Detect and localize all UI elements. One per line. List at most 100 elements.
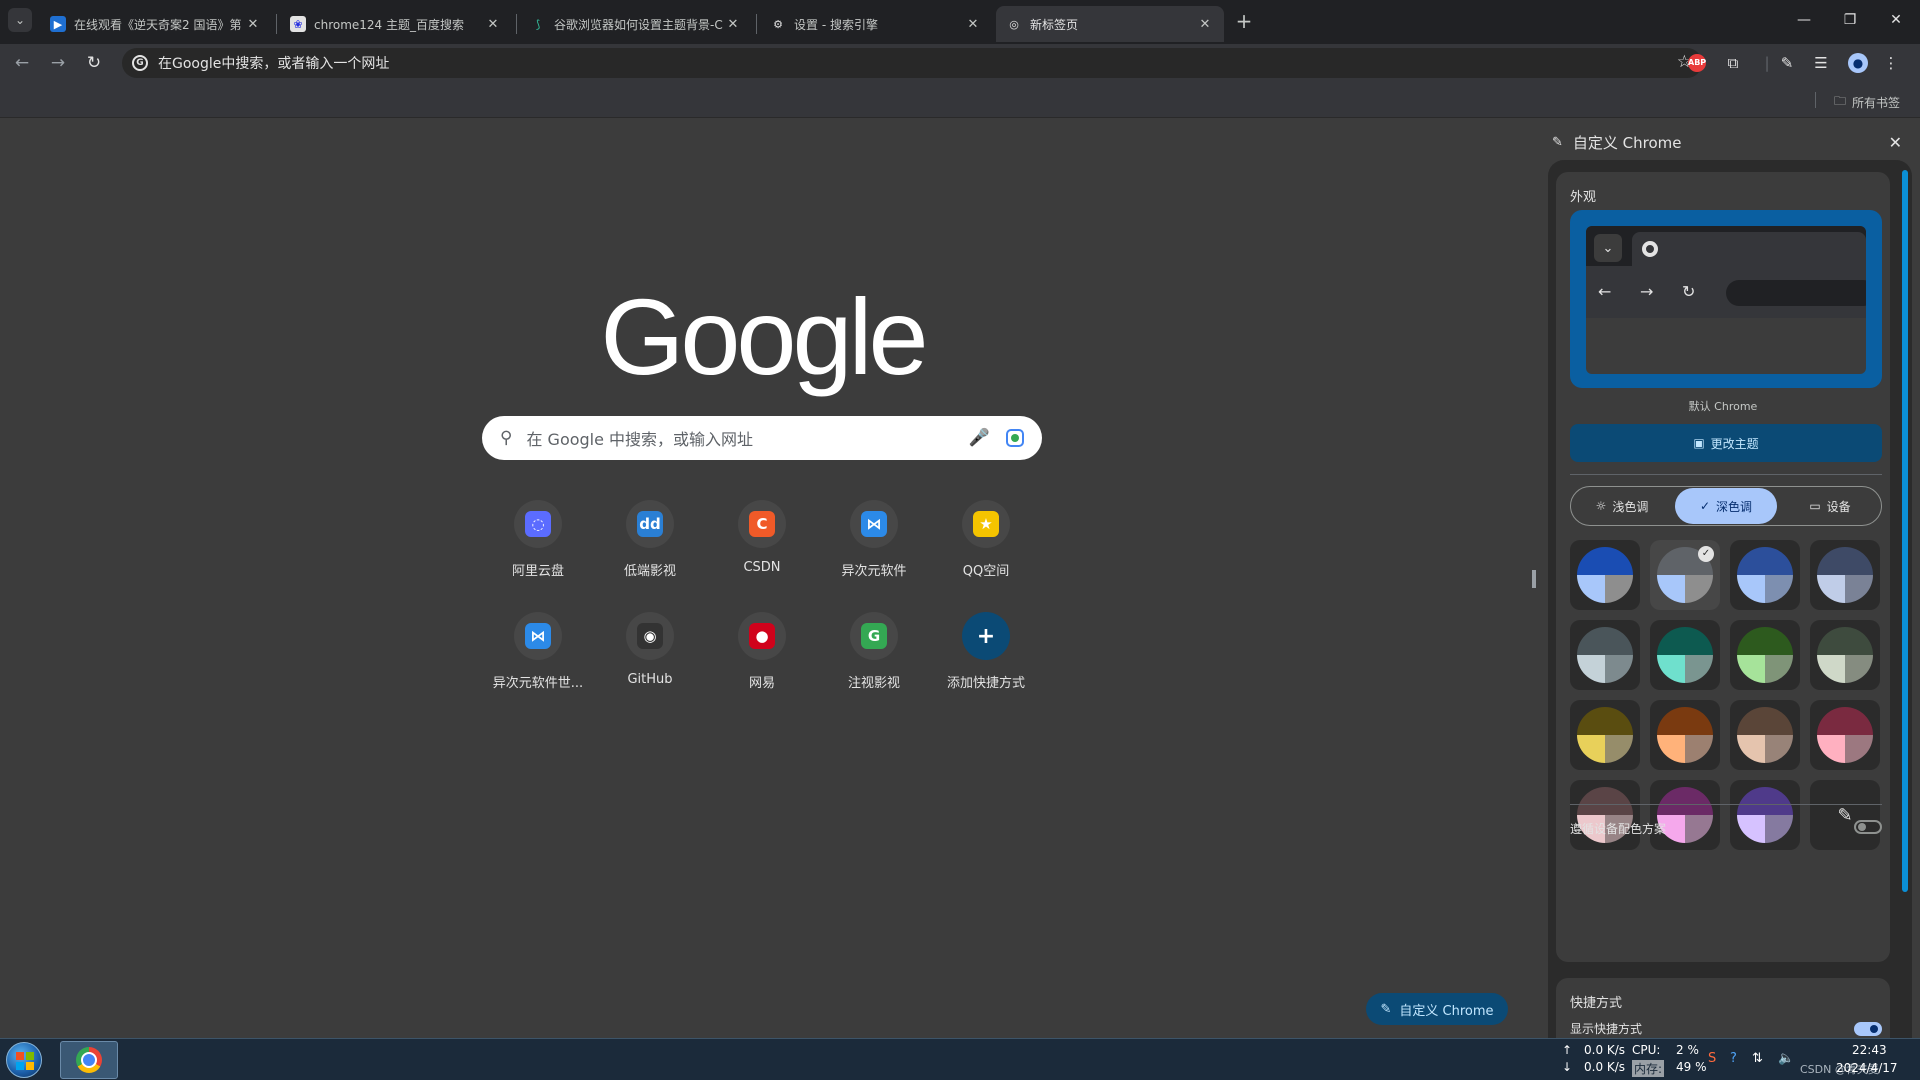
tab-5-active[interactable]: ◎ 新标签页 ✕	[996, 6, 1224, 42]
start-button[interactable]	[6, 1042, 42, 1078]
side-panel-scroll-area[interactable]: 外观 ⌄ ← → ↻ 默认 Chrome ▣ 更改主题 ☼ 浅色调 ✓ 深色调 …	[1548, 160, 1912, 1038]
shortcut-tile[interactable]: ⋈ 异次元软件	[818, 488, 930, 584]
volume-icon[interactable]: 🔈	[1778, 1051, 1794, 1066]
shortcut-tile[interactable]: ⋈ 异次元软件世...	[482, 600, 594, 696]
preview-caption: 默认 Chrome	[1688, 400, 1758, 413]
microphone-icon[interactable]: 🎤	[969, 428, 990, 448]
customize-chrome-button[interactable]: ✎ 自定义 Chrome	[1366, 993, 1508, 1025]
tab-close-icon[interactable]: ✕	[1196, 17, 1214, 32]
add-shortcut-tile[interactable]: + 添加快捷方式	[930, 600, 1042, 696]
tab-4[interactable]: ⚙ 设置 - 搜索引擎 ✕	[760, 6, 992, 42]
minimize-button[interactable]: —	[1784, 6, 1824, 34]
shortcut-tile[interactable]: C CSDN	[706, 488, 818, 584]
light-mode-button[interactable]: ☼ 浅色调	[1571, 488, 1673, 524]
google-search-box[interactable]: ⚲ 在 Google 中搜索，或输入网址 🎤	[482, 416, 1042, 460]
color-swatch[interactable]	[1810, 620, 1880, 690]
site-favicon: dd	[637, 511, 663, 537]
network-icon[interactable]: ⇅	[1752, 1051, 1763, 1066]
memory-value: 49 %	[1676, 1060, 1707, 1074]
tab-close-icon[interactable]: ✕	[244, 17, 262, 32]
menu-icon[interactable]: ⋮	[1880, 52, 1902, 74]
shortcut-tile[interactable]: G 注视影视	[818, 600, 930, 696]
color-swatch[interactable]	[1810, 700, 1880, 770]
tab-3[interactable]: ⟆ 谷歌浏览器如何设置主题背景-C ✕	[520, 6, 752, 42]
change-theme-label: 更改主题	[1710, 436, 1759, 451]
shortcut-tile[interactable]: ● 网易	[706, 600, 818, 696]
swatch-circle	[1577, 547, 1633, 603]
reload-button[interactable]: ↻	[82, 51, 106, 75]
tab-search-button[interactable]: ⌄	[8, 8, 32, 32]
dark-mode-button[interactable]: ✓ 深色调	[1675, 488, 1777, 524]
search-icon: ⚲	[500, 428, 513, 448]
gear-icon: ⚙	[773, 17, 783, 31]
all-bookmarks-label: 所有书签	[1852, 96, 1901, 110]
google-lens-icon[interactable]	[1006, 429, 1024, 447]
shortcut-label: 阿里云盘	[511, 564, 564, 579]
shortcut-tile[interactable]: ◌ 阿里云盘	[482, 488, 594, 584]
color-swatch[interactable]	[1570, 620, 1640, 690]
color-swatch[interactable]	[1650, 780, 1720, 850]
back-button[interactable]: ←	[10, 51, 34, 75]
color-swatch[interactable]	[1650, 620, 1720, 690]
color-swatch[interactable]: ✓	[1650, 540, 1720, 610]
tab-close-icon[interactable]: ✕	[964, 17, 982, 32]
appearance-title: 外观	[1570, 190, 1597, 205]
follow-device-toggle[interactable]	[1854, 820, 1882, 834]
pencil-icon[interactable]: ✎	[1776, 52, 1798, 74]
folder-icon: 🗀	[1834, 94, 1847, 108]
side-panel-resize-handle[interactable]	[1532, 570, 1536, 588]
shortcuts-card: 快捷方式 显示快捷方式	[1556, 978, 1890, 1038]
color-swatch[interactable]	[1650, 700, 1720, 770]
all-bookmarks-button[interactable]: 🗀 所有书签	[1834, 92, 1900, 113]
google-logo: Google	[600, 276, 928, 397]
restore-button[interactable]: ❐	[1830, 6, 1870, 34]
preview-toolbar: ← → ↻	[1586, 266, 1866, 318]
site-favicon: ⋈	[861, 511, 887, 537]
site-favicon: ⋈	[525, 623, 551, 649]
color-swatch[interactable]	[1570, 700, 1640, 770]
bookmarks-divider	[1815, 92, 1816, 108]
color-swatch[interactable]	[1730, 540, 1800, 610]
clock-time: 22:43	[1852, 1043, 1887, 1057]
close-panel-icon[interactable]: ✕	[1889, 133, 1902, 152]
reload-icon: ↻	[1682, 282, 1696, 301]
close-window-button[interactable]: ✕	[1876, 6, 1916, 34]
site-favicon: G	[861, 623, 887, 649]
shortcut-label: GitHub	[627, 672, 673, 687]
tab-close-icon[interactable]: ✕	[724, 17, 742, 32]
tab-2[interactable]: ❀ chrome124 主题_百度搜索 ✕	[280, 6, 512, 42]
custom-color-picker[interactable]: ✎	[1810, 780, 1880, 850]
omnibox[interactable]: G 在Google中搜索，或者输入一个网址 ☆	[122, 48, 1702, 78]
color-swatch[interactable]	[1810, 540, 1880, 610]
show-shortcuts-toggle[interactable]	[1854, 1022, 1882, 1036]
extensions-icon[interactable]: ⧉	[1722, 52, 1744, 74]
change-theme-button[interactable]: ▣ 更改主题	[1570, 424, 1882, 462]
tab-separator	[276, 14, 277, 34]
shortcut-label: 网易	[748, 676, 775, 691]
shortcut-tile[interactable]: dd 低端影视	[594, 488, 706, 584]
forward-button[interactable]: →	[46, 51, 70, 75]
color-swatch[interactable]	[1730, 780, 1800, 850]
scrollbar[interactable]	[1902, 170, 1908, 892]
sogou-input-icon[interactable]: S	[1708, 1051, 1716, 1066]
help-icon[interactable]: ?	[1730, 1051, 1737, 1066]
color-swatch[interactable]	[1570, 540, 1640, 610]
tab-1[interactable]: ▶ 在线观看《逆天奇案2 国语》第 ✕	[40, 6, 272, 42]
shortcut-label: 异次元软件世...	[492, 676, 584, 691]
adblock-plus-icon[interactable]: ABP	[1688, 54, 1706, 72]
arrow-left-icon: ←	[14, 53, 30, 73]
device-mode-button[interactable]: ▭ 设备	[1779, 488, 1881, 524]
tab-close-icon[interactable]: ✕	[484, 17, 502, 32]
shortcut-icon: ⋈	[850, 500, 898, 548]
profile-avatar[interactable]: ●	[1848, 53, 1868, 73]
color-swatch[interactable]	[1730, 620, 1800, 690]
eyedropper-icon: ✎	[1837, 804, 1853, 826]
color-swatch[interactable]	[1730, 700, 1800, 770]
shortcut-tile[interactable]: ◉ GitHub	[594, 600, 706, 696]
new-tab-button[interactable]: +	[1232, 10, 1256, 34]
color-swatch[interactable]	[1570, 780, 1640, 850]
reading-list-icon[interactable]: ☰	[1810, 52, 1832, 74]
shortcut-tile[interactable]: ★ QQ空间	[930, 488, 1042, 584]
taskbar-chrome-button[interactable]	[60, 1041, 118, 1079]
theme-preview: ⌄ ← → ↻	[1570, 210, 1882, 388]
